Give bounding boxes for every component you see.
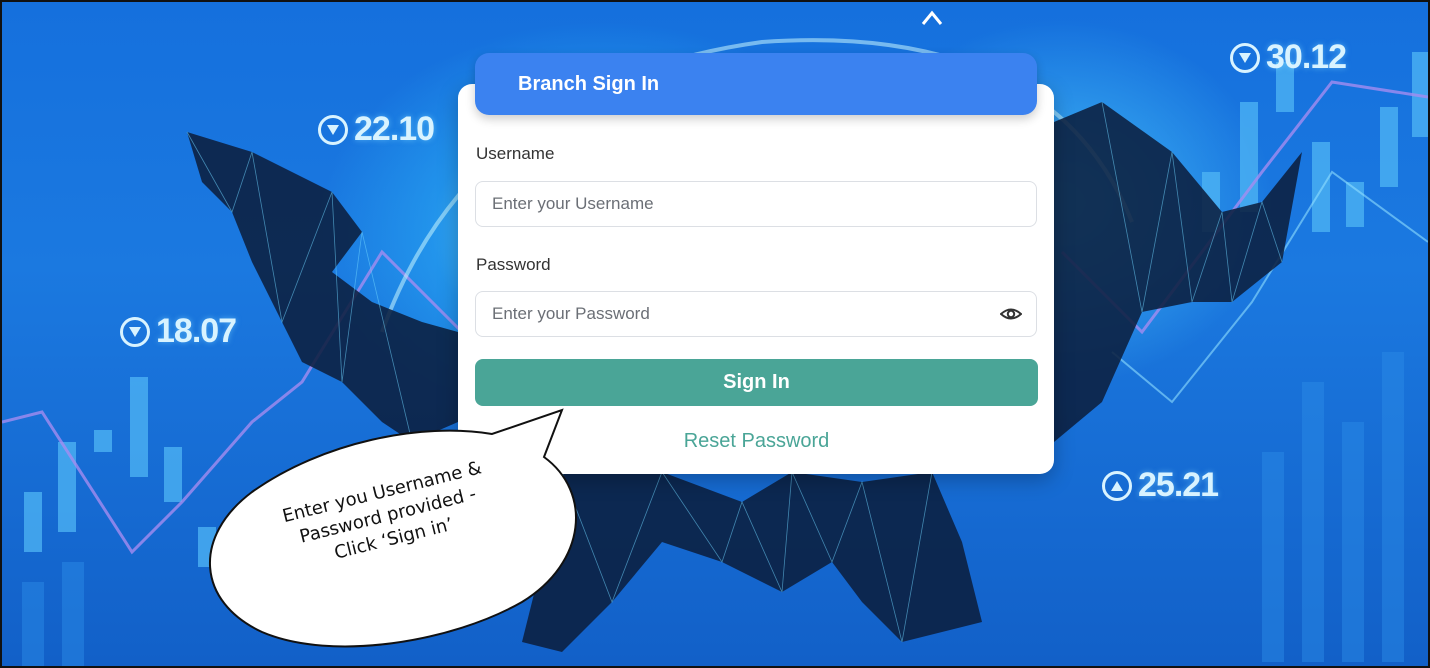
up-triangle-icon [1102,470,1132,501]
ticker-number: 22.10 [354,110,435,148]
ticker-number: 30.12 [1266,38,1347,76]
sign-in-button[interactable]: Sign In [475,359,1038,406]
down-triangle-icon [120,316,150,347]
ticker-value: 25.21 [1102,466,1219,505]
login-page: 22.10 18.07 30.12 25.21 Branch Sign In U… [0,0,1430,668]
username-input[interactable] [475,181,1037,227]
down-triangle-icon [1230,42,1260,73]
password-input[interactable] [475,291,1037,337]
ticker-number: 18.07 [156,312,237,350]
ticker-value: 30.12 [1230,38,1347,77]
username-label: Username [476,144,555,163]
eye-icon[interactable] [1000,304,1022,324]
ticker-value: 22.10 [318,110,435,149]
ticker-value: 18.07 [120,312,237,351]
password-label: Password [476,255,551,274]
down-triangle-icon [318,114,348,145]
login-title: Branch Sign In [518,72,660,95]
chevron-up-icon [921,10,943,25]
login-card [458,84,1054,474]
ticker-number: 25.21 [1138,466,1219,504]
reset-password-link[interactable]: Reset Password [475,430,1038,453]
login-card-header: Branch Sign In [475,53,1037,115]
